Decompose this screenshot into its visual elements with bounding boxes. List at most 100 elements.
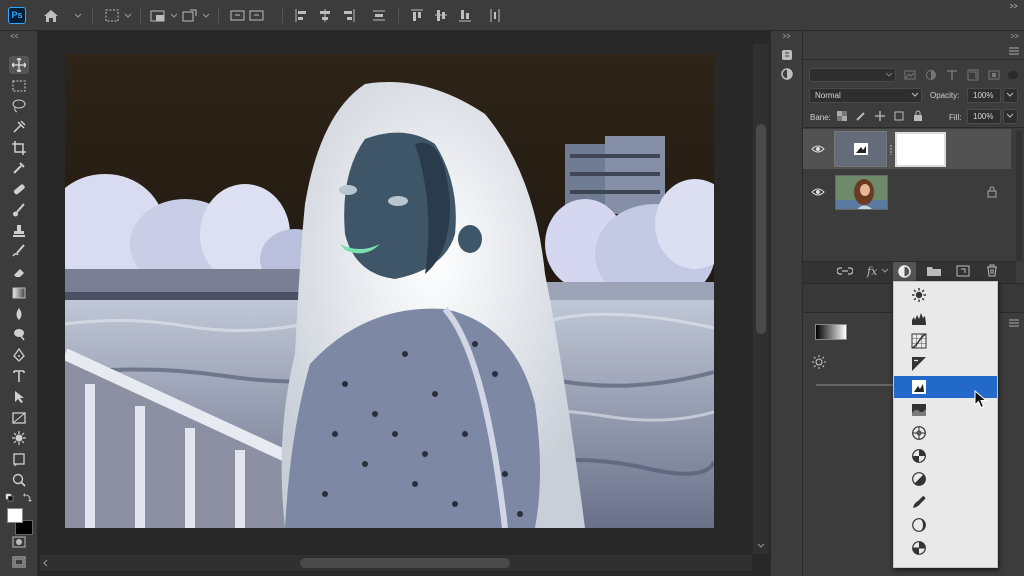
path-select-tool[interactable] <box>9 388 29 406</box>
align-bottom-icon[interactable] <box>458 8 472 23</box>
chevron-down-icon[interactable] <box>202 8 210 23</box>
gradient-tool[interactable] <box>9 284 29 302</box>
dodge-tool[interactable] <box>9 325 29 343</box>
link-layers-icon[interactable] <box>837 265 853 277</box>
filter-type-icon[interactable] <box>945 68 959 82</box>
blur-tool[interactable] <box>9 305 29 323</box>
new-adjustment-layer-button[interactable] <box>893 262 916 281</box>
horizontal-scroll-thumb[interactable] <box>300 558 510 568</box>
lock-artboard-icon[interactable] <box>893 110 905 122</box>
layer-filter-dropdown[interactable] <box>809 68 896 82</box>
history-brush-icon <box>12 244 25 257</box>
align-center-icon[interactable] <box>318 8 332 23</box>
lasso-tool[interactable] <box>9 97 29 115</box>
image-layer-thumbnail[interactable] <box>835 175 888 210</box>
lock-pixels-icon[interactable] <box>855 110 867 122</box>
quick-select-tool[interactable] <box>9 118 29 136</box>
filter-shape-icon[interactable] <box>966 68 980 82</box>
distribute-icon[interactable] <box>372 8 386 23</box>
magnify-tool[interactable] <box>9 471 29 489</box>
shape-tool[interactable] <box>9 409 29 427</box>
brush-tool[interactable] <box>9 201 29 219</box>
menu-levels[interactable] <box>894 307 997 329</box>
type-tool[interactable] <box>9 367 29 385</box>
history-brush-tool[interactable] <box>9 242 29 260</box>
mode-icon[interactable] <box>150 8 166 23</box>
panel-menu-icon[interactable] <box>1008 46 1020 56</box>
distribute-vertical-icon[interactable] <box>488 8 502 23</box>
marquee-options-icon[interactable] <box>104 8 120 23</box>
screen-mode-icon[interactable] <box>12 556 26 568</box>
adjustment-layer-thumbnail[interactable] <box>834 131 887 167</box>
align-top-icon[interactable] <box>410 8 424 23</box>
default-colors-icon[interactable] <box>5 493 33 503</box>
menu-selective-color[interactable] <box>894 537 997 559</box>
blend-mode-dropdown[interactable]: Normal <box>809 88 922 103</box>
vertical-scroll-thumb[interactable] <box>756 124 766 334</box>
properties-slider[interactable] <box>816 384 894 386</box>
trash-icon[interactable] <box>986 264 998 277</box>
toolbar-collapse-icon[interactable] <box>10 33 28 39</box>
layer-mask-thumbnail[interactable] <box>895 132 946 167</box>
lock-all-icon[interactable] <box>912 110 924 122</box>
align-left-icon[interactable] <box>294 8 308 23</box>
eyedropper-tool[interactable] <box>9 159 29 177</box>
layer-row-background[interactable] <box>803 172 1011 212</box>
history-panel-icon[interactable] <box>780 48 794 62</box>
move-tool[interactable] <box>9 56 29 74</box>
clone-stamp-tool[interactable] <box>9 222 29 240</box>
chain-link-icon[interactable] <box>888 144 894 156</box>
dock-collapse-icon[interactable] <box>780 33 794 39</box>
lock-position-icon[interactable] <box>874 110 886 122</box>
pen-tool[interactable] <box>9 346 29 364</box>
filter-adjustment-icon[interactable] <box>924 68 938 82</box>
transform-icon[interactable] <box>182 8 198 23</box>
crop-tool[interactable] <box>9 139 29 157</box>
panel-collapse-icon[interactable] <box>1008 33 1022 39</box>
zoom-tool[interactable] <box>9 450 29 468</box>
brightness-properties-icon <box>812 355 826 369</box>
chevron-down-icon[interactable] <box>757 542 765 550</box>
menu-black-white[interactable] <box>894 468 997 490</box>
marquee-tool[interactable] <box>9 77 29 95</box>
chevron-down-icon[interactable] <box>170 8 178 23</box>
menu-brightness-contrast[interactable] <box>894 284 997 306</box>
chevron-down-icon[interactable] <box>74 8 82 23</box>
menu-exposure[interactable] <box>894 353 997 375</box>
menu-channel-mixer[interactable] <box>894 491 997 513</box>
filter-smart-object-icon[interactable] <box>987 68 1001 82</box>
hand-tool[interactable] <box>9 429 29 447</box>
align-middle-icon[interactable] <box>434 8 448 23</box>
home-icon[interactable] <box>42 8 60 23</box>
fill-input[interactable]: 100% <box>967 109 1001 124</box>
quick-mask-icon[interactable] <box>12 536 26 548</box>
lock-transparent-icon[interactable] <box>836 110 848 122</box>
document-canvas[interactable] <box>65 54 714 528</box>
menu-curves[interactable] <box>894 330 997 352</box>
foreground-color-swatch[interactable] <box>7 508 23 523</box>
properties-menu-icon[interactable] <box>1008 318 1020 328</box>
menu-photo-filter[interactable] <box>894 514 997 536</box>
levels-icon <box>912 313 926 325</box>
menu-color-balance[interactable] <box>894 445 997 467</box>
opacity-input[interactable]: 100% <box>967 88 1001 103</box>
properties-panel-icon[interactable] <box>780 67 794 81</box>
chevron-down-icon[interactable] <box>124 8 132 23</box>
eye-icon[interactable] <box>811 144 825 154</box>
eraser-tool[interactable] <box>9 263 29 281</box>
new-layer-icon[interactable] <box>956 265 970 277</box>
collapse-panels-icon[interactable] <box>1008 2 1020 10</box>
filter-toggle[interactable] <box>1008 71 1018 79</box>
filter-image-icon[interactable] <box>903 68 917 82</box>
menu-hue-saturation[interactable] <box>894 422 997 444</box>
new-group-icon[interactable] <box>926 265 942 277</box>
layers-scrollbar[interactable] <box>1016 131 1022 261</box>
horizontal-scrollbar[interactable] <box>40 555 752 571</box>
align-right-icon[interactable] <box>342 8 356 23</box>
layer-row-adjustment[interactable] <box>803 129 1011 169</box>
eye-icon[interactable] <box>811 187 825 197</box>
align-options-icon[interactable] <box>230 8 266 23</box>
vertical-scrollbar[interactable] <box>753 44 769 554</box>
chevron-left-icon[interactable] <box>42 559 50 567</box>
healing-brush-tool[interactable] <box>9 180 29 198</box>
